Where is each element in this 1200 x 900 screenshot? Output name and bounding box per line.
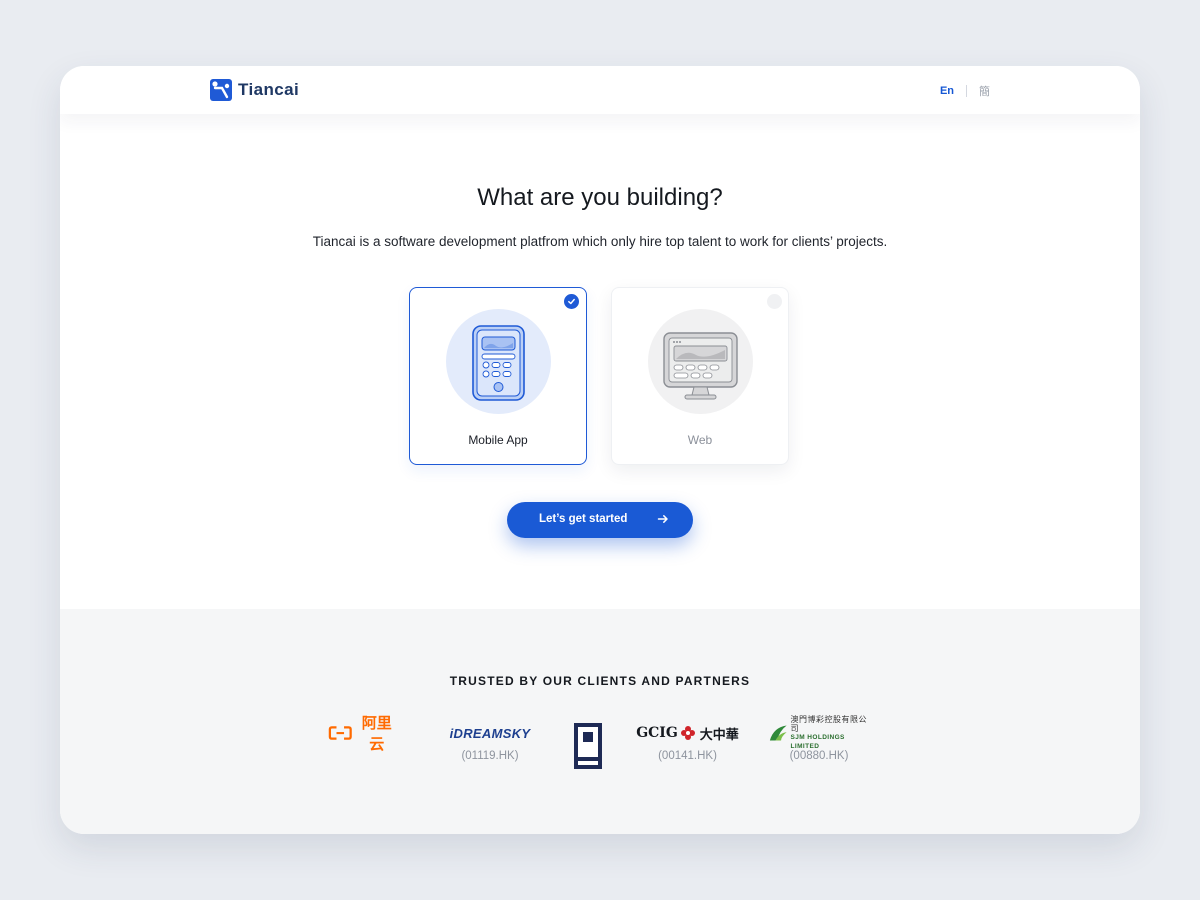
option-label-mobile: Mobile App	[468, 433, 528, 447]
option-label-web: Web	[687, 433, 713, 447]
sjm-leaf-icon	[769, 725, 787, 741]
partner-code: (01119.HK)	[461, 750, 519, 762]
partner-gcig: GCIG 大中華 (00141.HK)	[635, 721, 740, 762]
partner-dreamsky: iDREAMSKY (01119.HK)	[435, 721, 545, 763]
get-started-label: Let’s get started	[539, 513, 628, 525]
dreamsky-logo-icon: iDREAMSKY	[449, 725, 531, 741]
page-frame: Tiancai En 簡 What are you building? Tian…	[60, 66, 1140, 834]
partner-alibaba: 阿里云	[328, 715, 398, 753]
gcig-logo-icon: GCIG 大中華	[636, 725, 739, 742]
tiancai-logo-icon	[210, 79, 232, 101]
partner-sjm: 澳門博彩控股有限公司 SJM HOLDINGS LIMITED (00880.H…	[768, 715, 870, 762]
get-started-button[interactable]: Let’s get started	[507, 502, 693, 538]
partner-code: (00141.HK)	[658, 750, 717, 762]
sjm-logo-icon: 澳門博彩控股有限公司 SJM HOLDINGS LIMITED	[768, 715, 870, 750]
arrow-right-icon	[657, 515, 668, 523]
partner-pitch-palace	[572, 723, 604, 774]
alibaba-cloud-logo-icon: 阿里云	[328, 715, 398, 753]
selected-check-icon	[564, 294, 579, 309]
page-subtitle: Tiancai is a software development platfr…	[312, 234, 888, 249]
option-card-web[interactable]: Web	[611, 287, 789, 465]
brand-logo[interactable]: Tiancai	[210, 79, 299, 101]
brand-name: Tiancai	[238, 80, 300, 99]
red-flower-icon	[680, 726, 695, 740]
partners-section: TRUSTED BY OUR CLIENTS AND PARTNERS 阿里云 …	[60, 609, 1140, 834]
pitch-palace-logo-icon	[574, 723, 602, 769]
lang-divider	[966, 85, 967, 97]
lang-zh-option[interactable]: 簡	[979, 83, 990, 99]
top-header: Tiancai En 簡	[60, 66, 1140, 114]
language-switcher: En 簡	[940, 83, 990, 99]
option-card-mobile-app[interactable]: Mobile App	[409, 287, 587, 465]
page-title: What are you building?	[477, 184, 723, 211]
lang-en-option[interactable]: En	[940, 85, 954, 97]
mobile-phone-illustration-icon	[446, 309, 551, 414]
partner-code: (00880.HK)	[789, 750, 849, 762]
desktop-monitor-illustration-icon	[648, 309, 753, 414]
unselected-radio-icon	[767, 294, 782, 309]
partners-heading: TRUSTED BY OUR CLIENTS AND PARTNERS	[449, 674, 751, 688]
